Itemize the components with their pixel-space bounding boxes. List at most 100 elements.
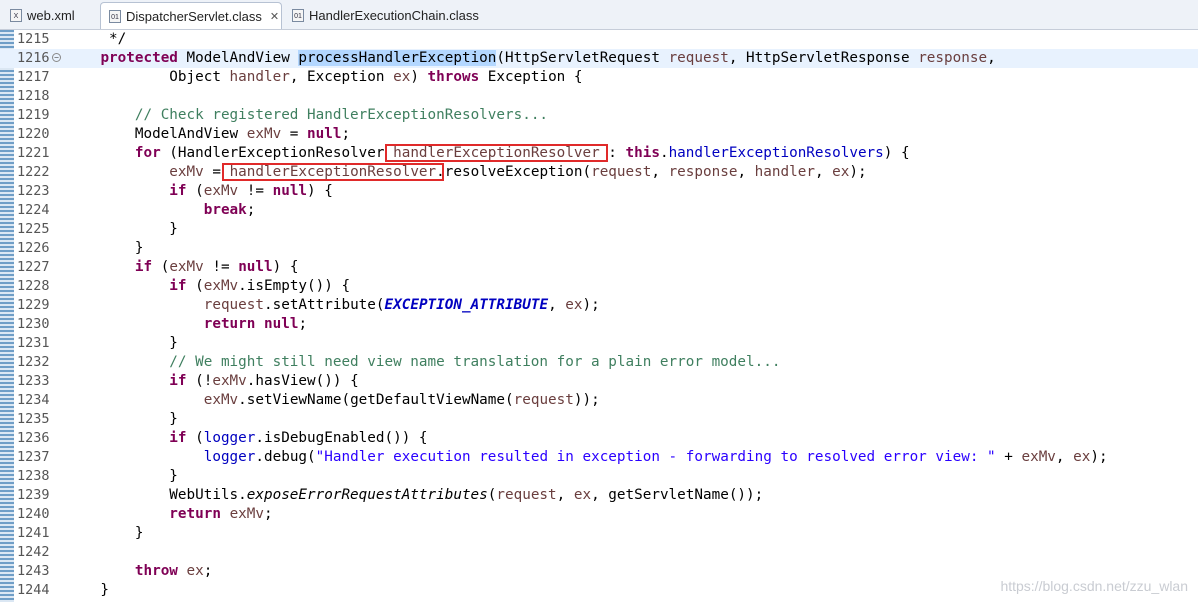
code-token: request	[591, 164, 652, 180]
tab-label: HandlerExecutionChain.class	[309, 8, 479, 23]
code-text: return null;	[66, 315, 307, 334]
code-token: .hasView()) {	[246, 373, 359, 389]
code-token: */	[66, 31, 127, 47]
keyword: protected	[100, 50, 178, 66]
line-number: 1239	[17, 487, 50, 503]
tab-web-xml[interactable]: X web.xml	[2, 2, 98, 29]
keyword: throw	[134, 563, 178, 579]
line-number: 1242	[17, 544, 50, 560]
string-literal: "Handler execution resulted in exception…	[315, 449, 996, 465]
keyword: if	[169, 430, 187, 446]
code-token: handlerExceptionResolver	[393, 145, 600, 161]
code-token: handler	[754, 164, 815, 180]
code-text: throw ex;	[66, 562, 212, 581]
keyword: this	[625, 145, 660, 161]
code-token: ;	[264, 506, 273, 522]
code-token: ex	[186, 563, 204, 579]
code-token: (!	[186, 373, 213, 389]
code-token: =	[203, 164, 230, 180]
code-text: if (logger.isDebugEnabled()) {	[66, 429, 427, 448]
code-text: // Check registered HandlerExceptionReso…	[66, 106, 548, 125]
code-token: .isEmpty()) {	[238, 278, 351, 294]
tab-dispatcherservlet-class[interactable]: 01 DispatcherServlet.class ✕	[100, 2, 282, 29]
code-token: (	[186, 430, 204, 446]
line-number: 1223	[17, 183, 50, 199]
code-token: ) {	[883, 145, 910, 161]
keyword: null	[272, 183, 308, 199]
code-token: exMv	[203, 392, 239, 408]
code-line[interactable]: 1216− protected ModelAndView processHand…	[0, 49, 1198, 68]
code-token: handlerExceptionResolver	[229, 164, 437, 180]
code-token: ,	[737, 164, 755, 180]
comment: // We might still need view name transla…	[169, 354, 781, 370]
code-token: , getServletName());	[591, 487, 764, 503]
code-text: if (exMv.isEmpty()) {	[66, 277, 350, 296]
code-token: exMv	[169, 259, 204, 275]
code-editor[interactable]: 1215 */ 1216− protected ModelAndView proc…	[0, 30, 1198, 602]
code-text: }	[66, 524, 144, 543]
line-number: 1216	[17, 50, 50, 66]
code-text: }	[66, 467, 178, 486]
code-token: !=	[203, 259, 239, 275]
keyword: null	[264, 316, 299, 332]
selected-identifier: processHandlerException	[298, 50, 497, 66]
line-number: 1224	[17, 202, 50, 218]
code-token: !=	[238, 183, 273, 199]
code-token: }	[66, 335, 178, 351]
code-text: }	[66, 581, 109, 600]
keyword: null	[307, 126, 342, 142]
code-token: request	[496, 487, 557, 503]
code-token: logger	[203, 430, 256, 446]
keyword: return	[169, 506, 221, 522]
code-token: exMv	[1021, 449, 1056, 465]
code-text: return exMv;	[66, 505, 273, 524]
code-text: break;	[66, 201, 256, 220]
tab-label: web.xml	[27, 8, 75, 23]
code-text: protected ModelAndView processHandlerExc…	[66, 49, 996, 68]
code-token: ) {	[307, 183, 333, 199]
code-token: exMv	[246, 126, 282, 142]
code-text: ModelAndView exMv = null;	[66, 125, 350, 144]
tab-handlerexecutionchain-class[interactable]: 01 HandlerExecutionChain.class	[284, 2, 484, 29]
line-number: 1238	[17, 468, 50, 484]
code-token: );	[1090, 449, 1108, 465]
code-token: ex	[1073, 449, 1091, 465]
line-number: 1221	[17, 145, 50, 161]
tab-label: DispatcherServlet.class	[126, 8, 262, 24]
code-token: );	[582, 297, 600, 313]
code-token: ,	[1055, 449, 1074, 465]
line-number: 1219	[17, 107, 50, 123]
code-text: WebUtils.exposeErrorRequestAttributes(re…	[66, 486, 763, 505]
code-token: }	[66, 582, 110, 598]
code-text: // We might still need view name transla…	[66, 353, 780, 372]
code-token: request	[668, 50, 729, 66]
comment: // Check registered HandlerExceptionReso…	[134, 107, 549, 123]
keyword: if	[169, 373, 187, 389]
fold-collapse-icon[interactable]: −	[52, 53, 61, 62]
close-icon[interactable]: ✕	[270, 10, 279, 23]
code-token: handler	[229, 69, 290, 85]
class-file-icon: 01	[292, 9, 304, 22]
code-token: .resolveException(	[436, 164, 592, 180]
line-number: 1225	[17, 221, 50, 237]
code-token: ;	[298, 316, 308, 332]
code-token: exMv	[169, 164, 204, 180]
code-token: ,	[556, 487, 574, 503]
code-token: EXCEPTION_ATTRIBUTE	[384, 297, 549, 313]
keyword: for	[134, 145, 161, 161]
code-text: if (exMv != null) {	[66, 182, 333, 201]
code-token: }	[66, 240, 144, 256]
code-token: (HttpServletRequest	[496, 50, 669, 66]
keyword: null	[238, 259, 273, 275]
line-number: 1244	[17, 582, 50, 598]
code-token: ex	[565, 297, 583, 313]
